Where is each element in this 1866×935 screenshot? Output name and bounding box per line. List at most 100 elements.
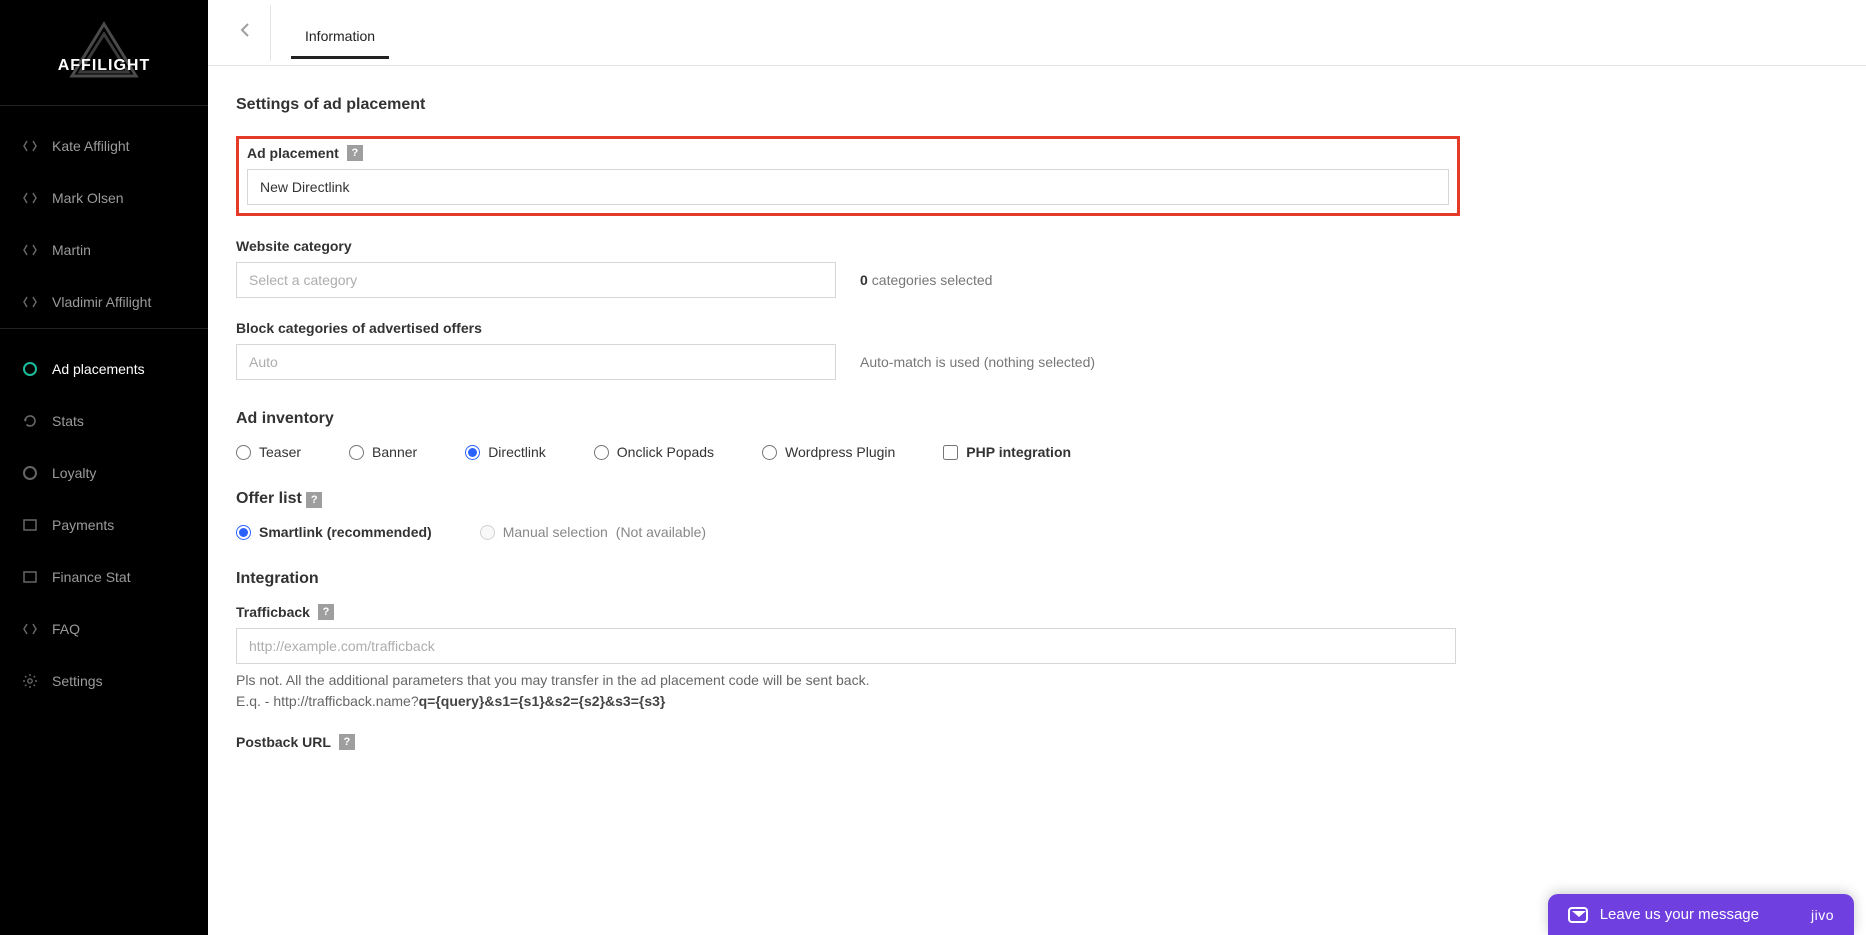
- chat-brand: JIVO: [1811, 907, 1834, 923]
- help-icon[interactable]: ?: [339, 734, 355, 750]
- main: Information Settings of ad placement Ad …: [208, 0, 1866, 935]
- sidebar-item-label: Kate Affilight: [52, 138, 130, 154]
- radio-label: Smartlink (recommended): [259, 524, 432, 540]
- radio-input[interactable]: [236, 525, 251, 540]
- note-eq-bold: q={query}&s1={s1}&s2={s2}&s3={s3}: [419, 693, 666, 709]
- note-line1: Pls not. All the additional parameters t…: [236, 672, 869, 688]
- sidebar-user-mark[interactable]: Mark Olsen: [0, 172, 208, 224]
- integration-title: Integration: [236, 570, 1640, 588]
- website-category-select[interactable]: [236, 262, 836, 298]
- categories-count: 0: [860, 272, 868, 288]
- inventory-onclick[interactable]: Onclick Popads: [594, 444, 714, 460]
- sidebar-item-label: Mark Olsen: [52, 190, 124, 206]
- radio-input[interactable]: [480, 525, 495, 540]
- website-category-block: Website category 0categories selected: [236, 238, 1640, 298]
- radio-label: Manual selection: [503, 524, 608, 540]
- radio-input[interactable]: [594, 445, 609, 460]
- note-eq-prefix: E.q. - http://trafficback.name?: [236, 693, 419, 709]
- block-categories-select[interactable]: [236, 344, 836, 380]
- radio-label: Onclick Popads: [617, 444, 714, 460]
- sidebar-item-label: FAQ: [52, 621, 80, 637]
- radio-input[interactable]: [762, 445, 777, 460]
- inventory-php[interactable]: PHP integration: [943, 444, 1071, 460]
- trafficback-note: Pls not. All the additional parameters t…: [236, 670, 1640, 712]
- sidebar-item-label: Stats: [52, 413, 84, 429]
- sidebar-item-label: Settings: [52, 673, 103, 689]
- sidebar-item-settings[interactable]: Settings: [0, 655, 208, 707]
- vertical-divider: [270, 5, 271, 61]
- sidebar: AFFILIGHT Kate Affilight Mark Olsen Mart…: [0, 0, 208, 935]
- code-icon: [22, 190, 38, 206]
- sidebar-item-faq[interactable]: FAQ: [0, 603, 208, 655]
- ring-icon: [22, 465, 38, 481]
- chevron-left-icon: [238, 22, 254, 43]
- ad-placement-label: Ad placement ?: [247, 145, 1449, 161]
- ad-inventory-title: Ad inventory: [236, 410, 1640, 428]
- refresh-icon: [22, 413, 38, 429]
- content: Settings of ad placement Ad placement ? …: [208, 66, 1668, 892]
- sidebar-separator: [0, 105, 208, 106]
- offer-smartlink[interactable]: Smartlink (recommended): [236, 524, 432, 540]
- help-icon[interactable]: ?: [347, 145, 363, 161]
- sidebar-item-stats[interactable]: Stats: [0, 395, 208, 447]
- radio-label: Teaser: [259, 444, 301, 460]
- postback-block: Postback URL ?: [236, 734, 1640, 750]
- sidebar-item-loyalty[interactable]: Loyalty: [0, 447, 208, 499]
- ad-placement-input[interactable]: [247, 169, 1449, 205]
- back-button[interactable]: [222, 13, 270, 53]
- inventory-banner[interactable]: Banner: [349, 444, 417, 460]
- tab-information[interactable]: Information: [291, 6, 389, 59]
- postback-label: Postback URL ?: [236, 734, 1640, 750]
- categories-text: categories selected: [872, 272, 993, 288]
- gear-icon: [22, 673, 38, 689]
- sidebar-separator: [0, 328, 208, 329]
- label-text: Postback URL: [236, 734, 331, 750]
- offer-manual[interactable]: Manual selection (Not available): [480, 524, 706, 540]
- website-category-label: Website category: [236, 238, 1640, 254]
- sidebar-item-label: Vladimir Affilight: [52, 294, 151, 310]
- label-text: Trafficback: [236, 604, 310, 620]
- trafficback-block: Trafficback ? Pls not. All the additiona…: [236, 604, 1640, 712]
- sidebar-user-vladimir[interactable]: Vladimir Affilight: [0, 276, 208, 328]
- title-text: Offer list: [236, 490, 302, 507]
- logo: AFFILIGHT: [0, 0, 208, 105]
- checkbox-input[interactable]: [943, 445, 958, 460]
- square-icon: [22, 517, 38, 533]
- trafficback-input[interactable]: [236, 628, 1456, 664]
- chat-widget[interactable]: Leave us your message JIVO: [1548, 894, 1854, 935]
- help-icon[interactable]: ?: [318, 604, 334, 620]
- ad-placement-highlight: Ad placement ?: [236, 136, 1460, 216]
- sidebar-item-payments[interactable]: Payments: [0, 499, 208, 551]
- sidebar-item-label: Loyalty: [52, 465, 96, 481]
- help-icon[interactable]: ?: [306, 492, 322, 508]
- checkbox-label: PHP integration: [966, 444, 1071, 460]
- sidebar-item-label: Finance Stat: [52, 569, 131, 585]
- code-icon: [22, 138, 38, 154]
- code-icon: [22, 242, 38, 258]
- radio-label: Wordpress Plugin: [785, 444, 895, 460]
- sidebar-user-kate[interactable]: Kate Affilight: [0, 120, 208, 172]
- label-text: Ad placement: [247, 145, 339, 161]
- code-icon: [22, 621, 38, 637]
- radio-input[interactable]: [236, 445, 251, 460]
- block-categories-block: Block categories of advertised offers Au…: [236, 320, 1640, 380]
- inventory-teaser[interactable]: Teaser: [236, 444, 301, 460]
- inventory-directlink[interactable]: Directlink: [465, 444, 546, 460]
- sidebar-item-ad-placements[interactable]: Ad placements: [0, 343, 208, 395]
- square-icon: [22, 569, 38, 585]
- sidebar-item-label: Payments: [52, 517, 114, 533]
- radio-label: Directlink: [488, 444, 546, 460]
- radio-label: Banner: [372, 444, 417, 460]
- offer-list-options: Smartlink (recommended) Manual selection…: [236, 524, 1640, 540]
- logo-text: AFFILIGHT: [10, 57, 198, 75]
- offer-list-title: Offer list ?: [236, 490, 1640, 508]
- inventory-wordpress[interactable]: Wordpress Plugin: [762, 444, 895, 460]
- sidebar-user-martin[interactable]: Martin: [0, 224, 208, 276]
- radio-input[interactable]: [465, 445, 480, 460]
- radio-input[interactable]: [349, 445, 364, 460]
- sidebar-item-finance-stat[interactable]: Finance Stat: [0, 551, 208, 603]
- not-available-note: (Not available): [616, 524, 706, 540]
- ad-inventory-options: Teaser Banner Directlink Onclick Popads …: [236, 444, 1640, 460]
- website-category-hint: 0categories selected: [860, 272, 992, 288]
- sidebar-item-label: Martin: [52, 242, 91, 258]
